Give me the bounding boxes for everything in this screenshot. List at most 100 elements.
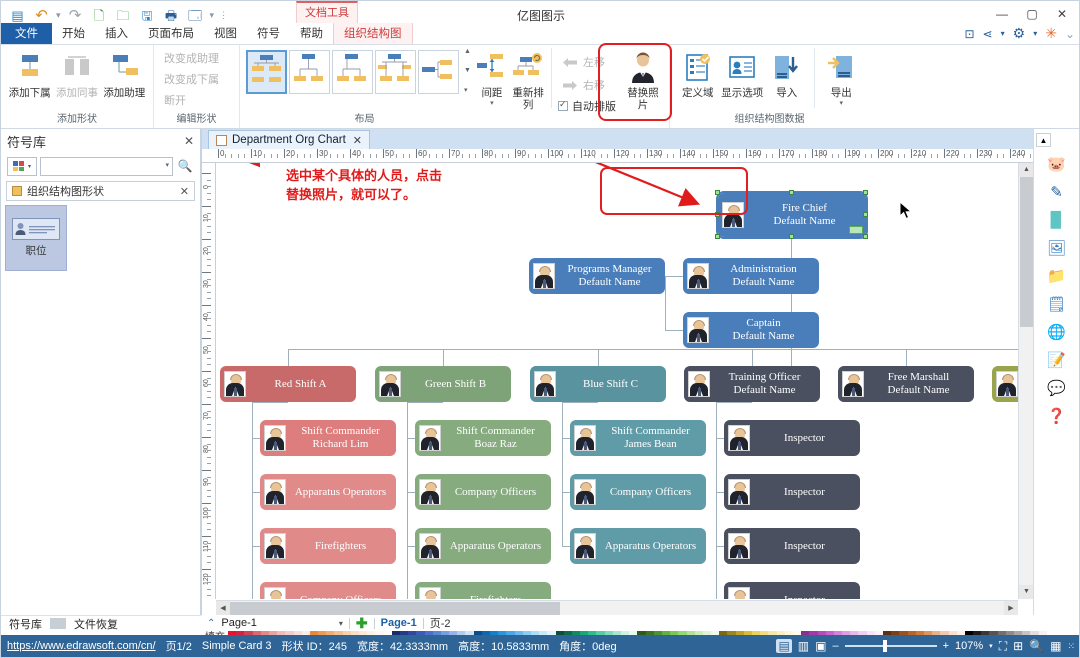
share-icon[interactable]: ⋖ <box>983 27 993 41</box>
zoom-select-icon[interactable]: 🔍 <box>1029 639 1044 653</box>
org-node[interactable]: Firefighters <box>260 528 396 564</box>
settings-dropdown-left-icon[interactable]: ▾ <box>1001 29 1005 38</box>
action-tag-handle[interactable] <box>849 226 863 234</box>
org-node[interactable]: Apparatus Operators <box>570 528 706 564</box>
org-node[interactable]: Company Officers <box>415 474 551 510</box>
tab-help[interactable]: 帮助 <box>290 23 333 44</box>
rearrange-button[interactable]: 重新排列 <box>511 48 545 111</box>
comment-icon[interactable]: 💬 <box>1044 377 1070 399</box>
add-assistant-button[interactable]: 添加助理 <box>102 48 147 99</box>
move-right-button[interactable]: 右移 <box>558 75 616 95</box>
ribbon-collapse-icon[interactable]: ⌄ <box>1065 27 1075 41</box>
canvas-horizontal-scrollbar[interactable]: ◀ ▶ <box>216 600 1018 615</box>
close-button[interactable]: ✕ <box>1047 3 1077 25</box>
change-to-assistant-button[interactable]: 改变成助理 <box>160 48 225 68</box>
document-tab-close-icon[interactable]: ✕ <box>353 134 362 147</box>
document-tab-department-org-chart[interactable]: Department Org Chart ✕ <box>208 130 370 149</box>
move-left-button[interactable]: 左移 <box>558 52 616 72</box>
add-subordinate-button[interactable]: 添加下属 <box>7 48 52 99</box>
scroll-left-icon[interactable]: ◀ <box>216 601 230 616</box>
add-colleague-button[interactable]: 添加同事 <box>54 48 99 99</box>
org-node[interactable]: C <box>992 366 1018 402</box>
symbol-library-close-icon[interactable]: ✕ <box>184 134 194 148</box>
gallery-up-icon[interactable]: ▲ <box>464 48 471 55</box>
fit-width-icon[interactable]: ⊞ <box>1013 639 1023 653</box>
org-node[interactable]: Shift CommanderJames Bean <box>570 420 706 456</box>
scroll-right-icon[interactable]: ▶ <box>1004 601 1018 616</box>
gallery-more-icon[interactable]: ▾ <box>464 86 471 94</box>
tab-symbols[interactable]: 符号 <box>247 23 290 44</box>
org-node[interactable]: Shift CommanderRichard Lim <box>260 420 396 456</box>
org-node[interactable]: Inspector <box>724 528 860 564</box>
tab-home[interactable]: 开始 <box>52 23 95 44</box>
edraw-logo-icon[interactable]: ✳ <box>1045 25 1057 42</box>
undo-dropdown-icon[interactable]: ▾ <box>55 10 62 21</box>
page-tab-page-2[interactable]: 页-2 <box>430 615 451 631</box>
page-bar-collapse-icon[interactable]: ⌃ <box>207 618 215 629</box>
fill-color-icon[interactable]: ▉ <box>1044 209 1070 231</box>
scroll-up-icon[interactable]: ▲ <box>1019 163 1034 177</box>
stencil-category-org-chart[interactable]: 组织结构图形状 ✕ <box>6 181 195 201</box>
layout-option-5[interactable] <box>418 50 459 94</box>
tab-page-layout[interactable]: 页面布局 <box>138 23 204 44</box>
piggy-bank-icon[interactable]: 🐷 <box>1044 153 1070 175</box>
tab-view[interactable]: 视图 <box>204 23 247 44</box>
selection-handle[interactable] <box>715 234 720 239</box>
split-view-icon[interactable]: ▥ <box>798 639 809 653</box>
add-page-button[interactable]: ✚ <box>356 615 368 632</box>
org-node[interactable]: Shift CommanderBoaz Raz <box>415 420 551 456</box>
selection-handle[interactable] <box>715 212 720 217</box>
normal-view-icon[interactable]: ▤ <box>776 639 791 653</box>
selection-handle[interactable] <box>715 190 720 195</box>
layout-option-3[interactable] <box>332 50 373 94</box>
org-node[interactable]: Apparatus Operators <box>415 528 551 564</box>
help-icon[interactable]: ❓ <box>1044 405 1070 427</box>
org-node[interactable]: Inspector <box>724 474 860 510</box>
fit-page-icon[interactable]: ⛶ <box>999 639 1007 654</box>
bottom-tab-file-recovery[interactable]: 文件恢复 <box>66 616 126 632</box>
notes-icon[interactable]: 📝 <box>1044 349 1070 371</box>
canvas-vertical-scrollbar[interactable]: ▲ ▼ <box>1018 163 1033 599</box>
bottom-tab-symbol-library[interactable]: 符号库 <box>1 616 50 632</box>
org-node[interactable]: Company Officers <box>570 474 706 510</box>
org-node[interactable]: Programs ManagerDefault Name <box>529 258 665 294</box>
gallery-down-icon[interactable]: ▼ <box>464 67 471 74</box>
globe-icon[interactable]: 🌐 <box>1044 321 1070 343</box>
library-selector-button[interactable]: ▾ <box>7 157 37 176</box>
horizontal-scroll-thumb[interactable] <box>230 602 560 615</box>
spacing-dropdown-icon[interactable]: ▾ <box>490 99 494 107</box>
pen-edit-icon[interactable]: ✎ <box>1044 181 1070 203</box>
org-node[interactable]: Fire ChiefDefault Name <box>718 193 866 237</box>
gallery-scroll-arrows[interactable]: ▲ ▼ ▾ <box>462 48 473 94</box>
drawing-canvas[interactable]: 选中某个具体的人员，点击 替换照片，就可以了。 Fire ChiefDefaul… <box>216 163 1018 599</box>
display-options-button[interactable]: 显示选项 <box>721 48 765 99</box>
layout-option-1[interactable] <box>246 50 287 94</box>
auto-layout-checkbox[interactable]: 自动排版 <box>558 98 616 114</box>
tab-file[interactable]: 文件 <box>1 23 52 44</box>
zoom-out-button[interactable]: – <box>832 640 838 652</box>
replace-photo-button[interactable]: 替换照片 <box>623 48 663 111</box>
stencil-item-position[interactable]: 职位 <box>5 205 67 271</box>
qat-dropdown-icon[interactable]: ▾ <box>209 10 216 21</box>
presentation-view-icon[interactable]: ▣ <box>815 639 826 653</box>
change-to-subordinate-button[interactable]: 改变成下属 <box>160 69 225 89</box>
qat-more-icon[interactable]: ⋮ <box>218 10 229 21</box>
list-icon[interactable]: 🗒 <box>1044 293 1070 315</box>
image-icon[interactable]: 🖼 <box>1044 237 1070 259</box>
org-node[interactable]: Red Shift A <box>220 366 356 402</box>
org-node[interactable]: AdministrationDefault Name <box>683 258 819 294</box>
vertical-scroll-thumb[interactable] <box>1020 177 1033 327</box>
settings-dropdown-right-icon[interactable]: ▾ <box>1033 29 1037 38</box>
rail-scroll-up-icon[interactable]: ▲ <box>1036 133 1051 147</box>
org-node[interactable]: CaptainDefault Name <box>683 312 819 348</box>
selection-handle[interactable] <box>789 190 794 195</box>
import-button[interactable]: 导入 <box>765 48 809 99</box>
page-dropdown-icon[interactable]: ▾ <box>339 619 343 628</box>
zoom-slider[interactable] <box>845 640 937 652</box>
selection-handle[interactable] <box>863 212 868 217</box>
vertical-ruler[interactable]: 0102030405060708090100110120130140150160… <box>202 163 216 599</box>
search-icon[interactable]: 🔍 <box>176 159 194 173</box>
org-node[interactable]: Free MarshallDefault Name <box>838 366 974 402</box>
tab-insert[interactable]: 插入 <box>95 23 138 44</box>
org-node[interactable]: Apparatus Operators <box>260 474 396 510</box>
